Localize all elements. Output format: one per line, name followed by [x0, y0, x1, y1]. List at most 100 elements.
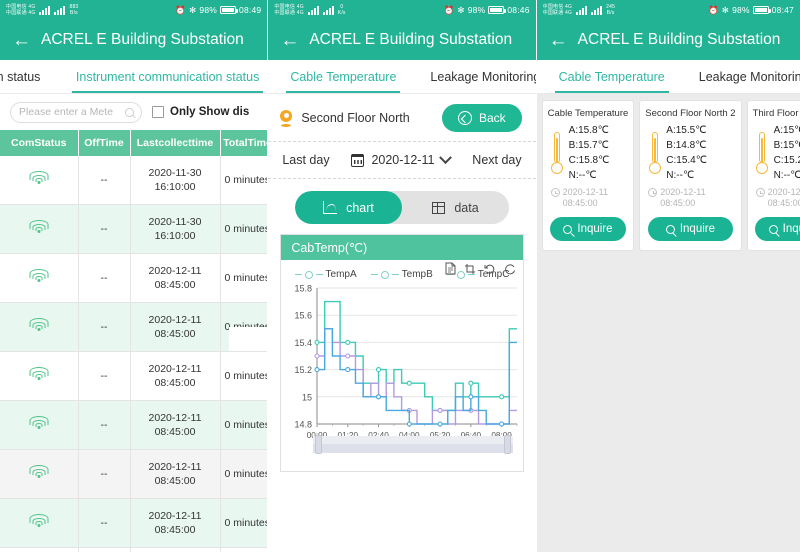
bluetooth-icon: ✻	[189, 4, 197, 15]
selected-date: 2020-12-11	[371, 153, 435, 167]
table-row[interactable]: -- 2020-11-30 16:10:00 0 minutes	[0, 204, 268, 254]
zoom-handle-left[interactable]	[315, 435, 323, 454]
segment-chart-label: chart	[346, 200, 374, 215]
wifi-icon	[29, 514, 49, 528]
card-title: Third Floor South 2	[752, 108, 800, 119]
cell-offtime: --	[78, 204, 131, 254]
chevron-down-icon[interactable]	[439, 150, 453, 164]
svg-text:15.2: 15.2	[295, 365, 313, 375]
tab-bar-3: Cable Temperature Leakage Monitoring	[536, 60, 800, 94]
table-row[interactable]: --2020-12-1108:45:000 minutes	[0, 253, 268, 303]
clock-icon	[648, 188, 658, 197]
cell-comstatus	[0, 449, 79, 499]
status-bar-right-3: ⏰ ✻ 98% 08:47	[708, 5, 794, 16]
cell-comstatus	[0, 351, 79, 401]
legend-item-tempa[interactable]: TempA	[294, 269, 357, 280]
page-title-2: ACREL E Building Substation	[309, 31, 513, 48]
alarm-icon: ⏰	[175, 4, 187, 15]
clock-icon	[550, 188, 560, 197]
inquire-button[interactable]: Inquire	[647, 217, 733, 241]
back-button-label: Back	[478, 111, 506, 125]
clock-time-2: 08:46	[507, 5, 530, 15]
column-header-offtime[interactable]: OffTime	[78, 130, 131, 156]
segment-data[interactable]: data	[402, 191, 509, 224]
tab-instrument-communication-status[interactable]: Instrument communication status	[68, 60, 267, 93]
tab-leakage-monitoring-3[interactable]: Leakage Monitoring	[691, 60, 800, 93]
timestamp-text: 2020-12-1108:45:00	[767, 187, 800, 208]
timestamp-text: 2020-12-1108:45:00	[562, 187, 609, 208]
phone-panel-cable-temperature-chart: 中国电信 4G 中国联通 4G 0 K/s ⏰ ✻ 98% 08:46 ← AC	[268, 0, 536, 552]
zoom-handle-right[interactable]	[503, 435, 511, 454]
table-row[interactable]: -- 2020-11-30 16:10:00 0 minutes	[0, 156, 268, 205]
restore-icon[interactable]	[484, 263, 496, 275]
refresh-icon[interactable]	[504, 263, 516, 275]
checkbox-box[interactable]	[152, 106, 164, 118]
table-row[interactable]: --2020-12-1108:45:000 minutes	[0, 302, 268, 352]
phase-a-temp: A:15.5℃	[666, 125, 707, 136]
wifi-icon	[29, 416, 49, 430]
search-icon[interactable]	[125, 107, 134, 117]
bluetooth-icon-2: ✻	[457, 4, 465, 15]
bluetooth-icon-3: ✻	[721, 4, 730, 15]
thermometer-icon	[756, 132, 769, 174]
temperature-card[interactable]: Second Floor North 2 A:15.5℃ B:14.8℃ C:15.4…	[639, 100, 742, 251]
data-zoom-icon[interactable]	[464, 263, 476, 275]
segment-chart[interactable]: chart	[294, 191, 402, 224]
table-row[interactable]: --2020-12-1108:45:000 minutes	[0, 498, 268, 548]
tab-leakage-monitoring[interactable]: Leakage Monitoring	[422, 60, 535, 93]
column-header-totaltime[interactable]: TotalTime	[220, 130, 268, 156]
calendar-icon	[351, 153, 365, 167]
temperature-card[interactable]: Third Floor South 2 A:15℃ B:15℃ C:15.2℃ N:--…	[746, 100, 800, 251]
legend-marker	[304, 270, 313, 279]
cell-comstatus	[0, 547, 79, 552]
tab-cable-temperature[interactable]: Cable Temperature	[282, 60, 404, 93]
date-picker[interactable]: 2020-12-11	[351, 150, 453, 167]
svg-text:15.8: 15.8	[295, 284, 313, 294]
cell-offtime: --	[78, 302, 131, 352]
inquire-button[interactable]: Inquire	[755, 217, 800, 241]
back-arrow-icon-3[interactable]: ←	[549, 31, 568, 50]
cell-totaltime: 0 minutes	[220, 547, 268, 552]
legend-item-tempb[interactable]: TempB	[370, 269, 433, 280]
legend-dash-2	[315, 273, 323, 276]
thermometer-icon	[551, 132, 564, 174]
app-bar-3: ← ACREL E Building Substation	[536, 20, 800, 60]
cell-lastcollecttime: 2020-12-1108:45:00	[130, 351, 221, 401]
phase-b-temp: B:15.7℃	[568, 140, 609, 151]
table-row[interactable]: --2020-12-1108:45:000 minutes	[0, 449, 268, 499]
search-icon	[768, 224, 778, 234]
temperature-card[interactable]: Cable Temperature A:15.8℃ B:15.7℃ C:15.8℃ N:…	[541, 100, 635, 251]
inquire-button[interactable]: Inquire	[550, 217, 626, 241]
only-show-disconnected-checkbox[interactable]: Only Show dis	[152, 106, 249, 118]
table-row[interactable]: --2020-12-1108:45:000 minutes	[0, 400, 268, 450]
save-image-icon[interactable]	[445, 262, 456, 275]
status-bar-left: 中国电信 4G 中国联通 4G 883 B/s	[6, 4, 78, 16]
back-arrow-icon[interactable]: ←	[12, 31, 31, 50]
last-day-button[interactable]: Last day	[282, 153, 329, 167]
tab-cable-temperature-3[interactable]: Cable Temperature	[551, 60, 673, 93]
tab-bar-2: Cable Temperature Leakage Monitoring	[268, 60, 536, 94]
back-arrow-icon-2[interactable]: ←	[280, 31, 299, 50]
tab-communication-status[interactable]: tion status	[0, 60, 68, 93]
day-navigation: Last day 2020-12-11 Next day	[268, 142, 536, 179]
cell-lastcollecttime: 2020-12-1108:45:00	[130, 547, 221, 552]
network-rate-unit-3: B/s	[606, 10, 615, 16]
wifi-icon	[29, 269, 49, 283]
panel3-body: Cable Temperature A:15.8℃ B:15.7℃ C:15.8℃ N:…	[536, 94, 800, 552]
chart-zoom-slider[interactable]	[313, 435, 513, 454]
search-input[interactable]: Please enter a Mete	[10, 101, 142, 123]
card-timestamp: 2020-12-1108:45:00	[548, 187, 629, 209]
search-icon	[563, 224, 573, 234]
cell-comstatus	[0, 302, 79, 352]
next-day-button[interactable]: Next day	[472, 153, 521, 167]
back-button[interactable]: Back	[441, 104, 522, 132]
table-row[interactable]: --2020-12-1108:45:000 minutes	[0, 547, 268, 552]
app-bar: ← ACREL E Building Substation	[0, 20, 268, 60]
column-header-lastcollecttime[interactable]: Lastcollecttime	[130, 130, 221, 156]
column-header-comstatus[interactable]: ComStatus	[0, 130, 79, 156]
map-pin-icon	[280, 109, 293, 127]
network-rate: 883 B/s	[69, 4, 78, 16]
signal-bars-icon-5	[576, 5, 588, 15]
cell-offtime: --	[78, 156, 131, 205]
table-row[interactable]: --2020-12-1108:45:000 minutes	[0, 351, 268, 401]
